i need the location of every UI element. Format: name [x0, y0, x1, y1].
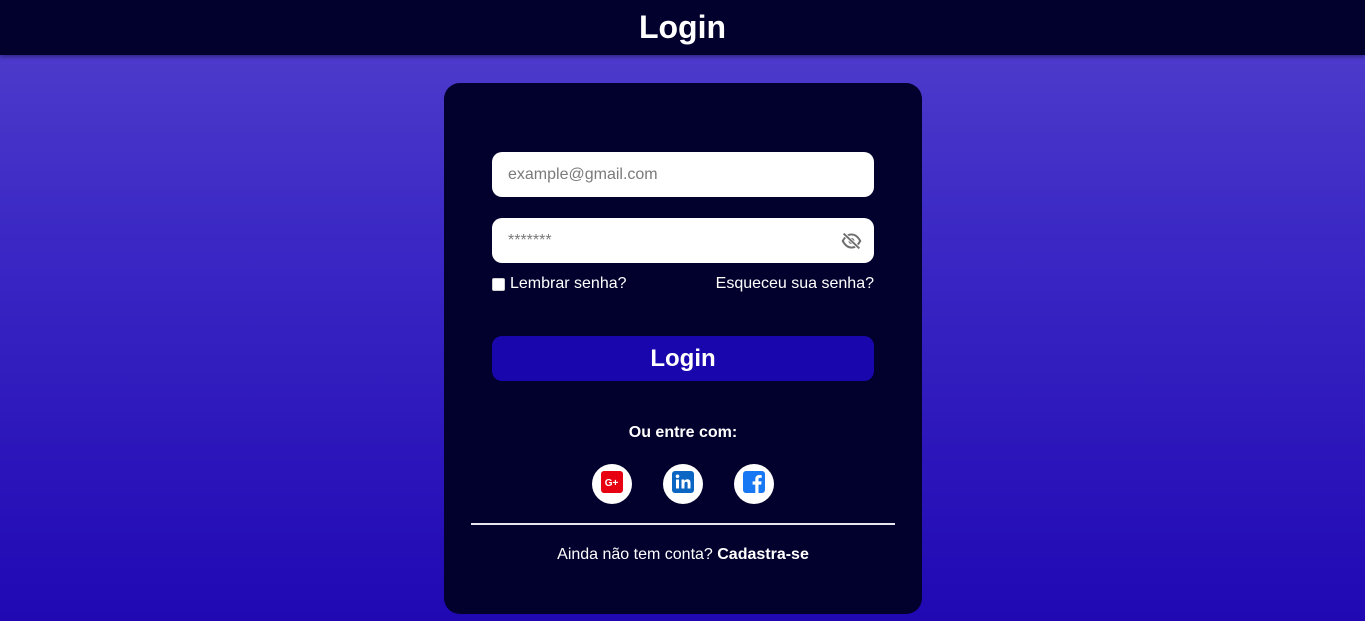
social-login-row: G+ — [444, 464, 922, 504]
password-options-row: Lembrar senha? Esqueceu sua senha? — [492, 274, 874, 294]
google-plus-icon: G+ — [601, 470, 623, 498]
divider — [471, 523, 895, 525]
login-card: Lembrar senha? Esqueceu sua senha? Login… — [444, 83, 922, 614]
remember-checkbox[interactable] — [492, 277, 505, 291]
svg-text:G+: G+ — [605, 478, 619, 489]
email-field[interactable] — [492, 152, 874, 197]
forgot-password-link[interactable]: Esqueceu sua senha? — [716, 275, 874, 293]
page-title: Login — [638, 8, 727, 45]
facebook-login-button[interactable] — [734, 464, 774, 504]
eye-slash-icon[interactable] — [840, 230, 862, 252]
signup-link[interactable]: Cadastra-se — [717, 546, 809, 563]
login-button[interactable]: Login — [492, 336, 874, 381]
password-field-wrapper — [492, 218, 874, 263]
password-field[interactable] — [492, 218, 874, 263]
linkedin-icon — [672, 470, 694, 498]
linkedin-login-button[interactable] — [663, 464, 703, 504]
signup-row: Ainda não tem conta? Cadastra-se — [444, 546, 922, 564]
social-login-label: Ou entre com: — [628, 424, 738, 441]
remember-label: Lembrar senha? — [510, 275, 627, 292]
facebook-icon — [743, 470, 765, 498]
email-field-wrapper — [492, 152, 874, 197]
top-bar: Login — [0, 0, 1365, 55]
signup-prompt: Ainda não tem conta? — [557, 546, 718, 563]
google-login-button[interactable]: G+ — [592, 464, 632, 504]
remember-password[interactable]: Lembrar senha? — [492, 275, 627, 293]
